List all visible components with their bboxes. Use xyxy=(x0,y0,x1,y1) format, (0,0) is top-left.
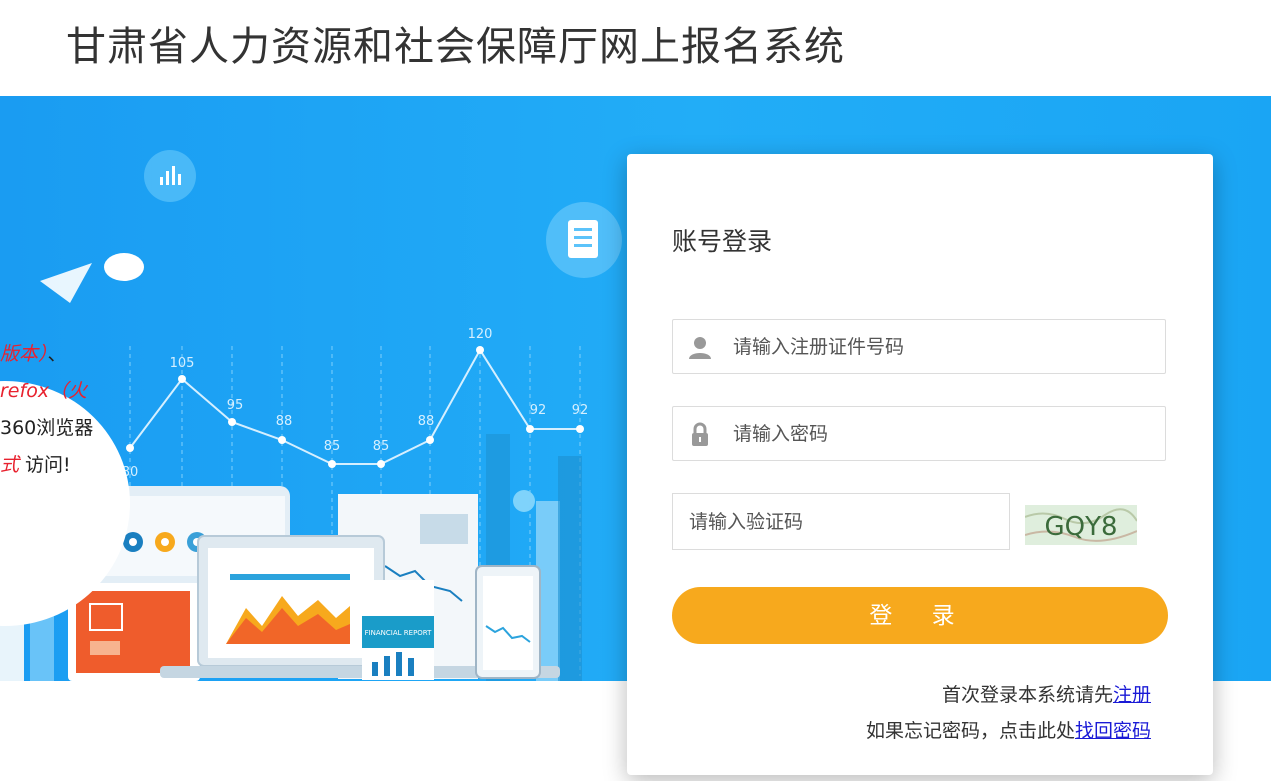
chart-label: 95 xyxy=(227,398,244,413)
login-card: 账号登录 GQY8 登 录 首次登录本系统请先注册 如果忘记密码，点击此处找回密… xyxy=(627,154,1213,775)
id-number-input[interactable] xyxy=(733,320,1153,373)
small-tablet xyxy=(475,565,541,679)
chart-label: 92 xyxy=(572,403,589,418)
dot-decoration xyxy=(513,490,535,512)
register-hint: 首次登录本系统请先注册 xyxy=(942,680,1151,707)
user-icon xyxy=(689,337,711,359)
login-title: 账号登录 xyxy=(672,227,773,256)
chart-label: 88 xyxy=(276,414,293,429)
password-field[interactable] xyxy=(672,406,1166,461)
report-label: FINANCIAL REPORT xyxy=(365,629,433,637)
captcha-input[interactable] xyxy=(689,494,989,549)
chart-label: 105 xyxy=(170,356,195,371)
captcha-image[interactable]: GQY8 xyxy=(1025,505,1137,545)
id-number-field[interactable] xyxy=(672,319,1166,374)
paper-plane-icon xyxy=(40,263,92,303)
bar-chart-icon-bg xyxy=(144,150,196,202)
cloud-icon xyxy=(104,253,144,281)
chart-label: 88 xyxy=(418,414,435,429)
chart-label: 85 xyxy=(324,439,341,454)
register-link[interactable]: 注册 xyxy=(1113,684,1151,706)
chart-label: 85 xyxy=(373,439,390,454)
chart-label: 92 xyxy=(530,403,547,418)
forgot-password-link[interactable]: 找回密码 xyxy=(1075,720,1151,742)
browser-tip: 版本）、 refox（火 360浏览器 式 访问! xyxy=(0,343,94,476)
chart-label: 120 xyxy=(468,327,493,342)
document-icon xyxy=(568,220,598,258)
password-input[interactable] xyxy=(733,407,1153,460)
site-header: 甘肃省人力资源和社会保障厅网上报名系统 xyxy=(0,0,1271,96)
captcha-field[interactable] xyxy=(672,493,1010,550)
login-button[interactable]: 登 录 xyxy=(672,587,1168,644)
forgot-password-hint: 如果忘记密码，点击此处找回密码 xyxy=(866,716,1151,743)
chart-labels: 80 105 95 88 85 85 88 120 92 92 xyxy=(122,327,589,480)
register-hint-text: 首次登录本系统请先 xyxy=(941,684,1113,706)
forgot-hint-text: 如果忘记密码，点击此处 xyxy=(865,720,1075,742)
site-title: 甘肃省人力资源和社会保障厅网上报名系统 xyxy=(66,24,845,70)
lock-icon xyxy=(692,422,708,446)
captcha-text: GQY8 xyxy=(1044,512,1117,542)
line-chart xyxy=(129,348,580,465)
financial-report-sheet: FINANCIAL REPORT xyxy=(362,580,434,680)
